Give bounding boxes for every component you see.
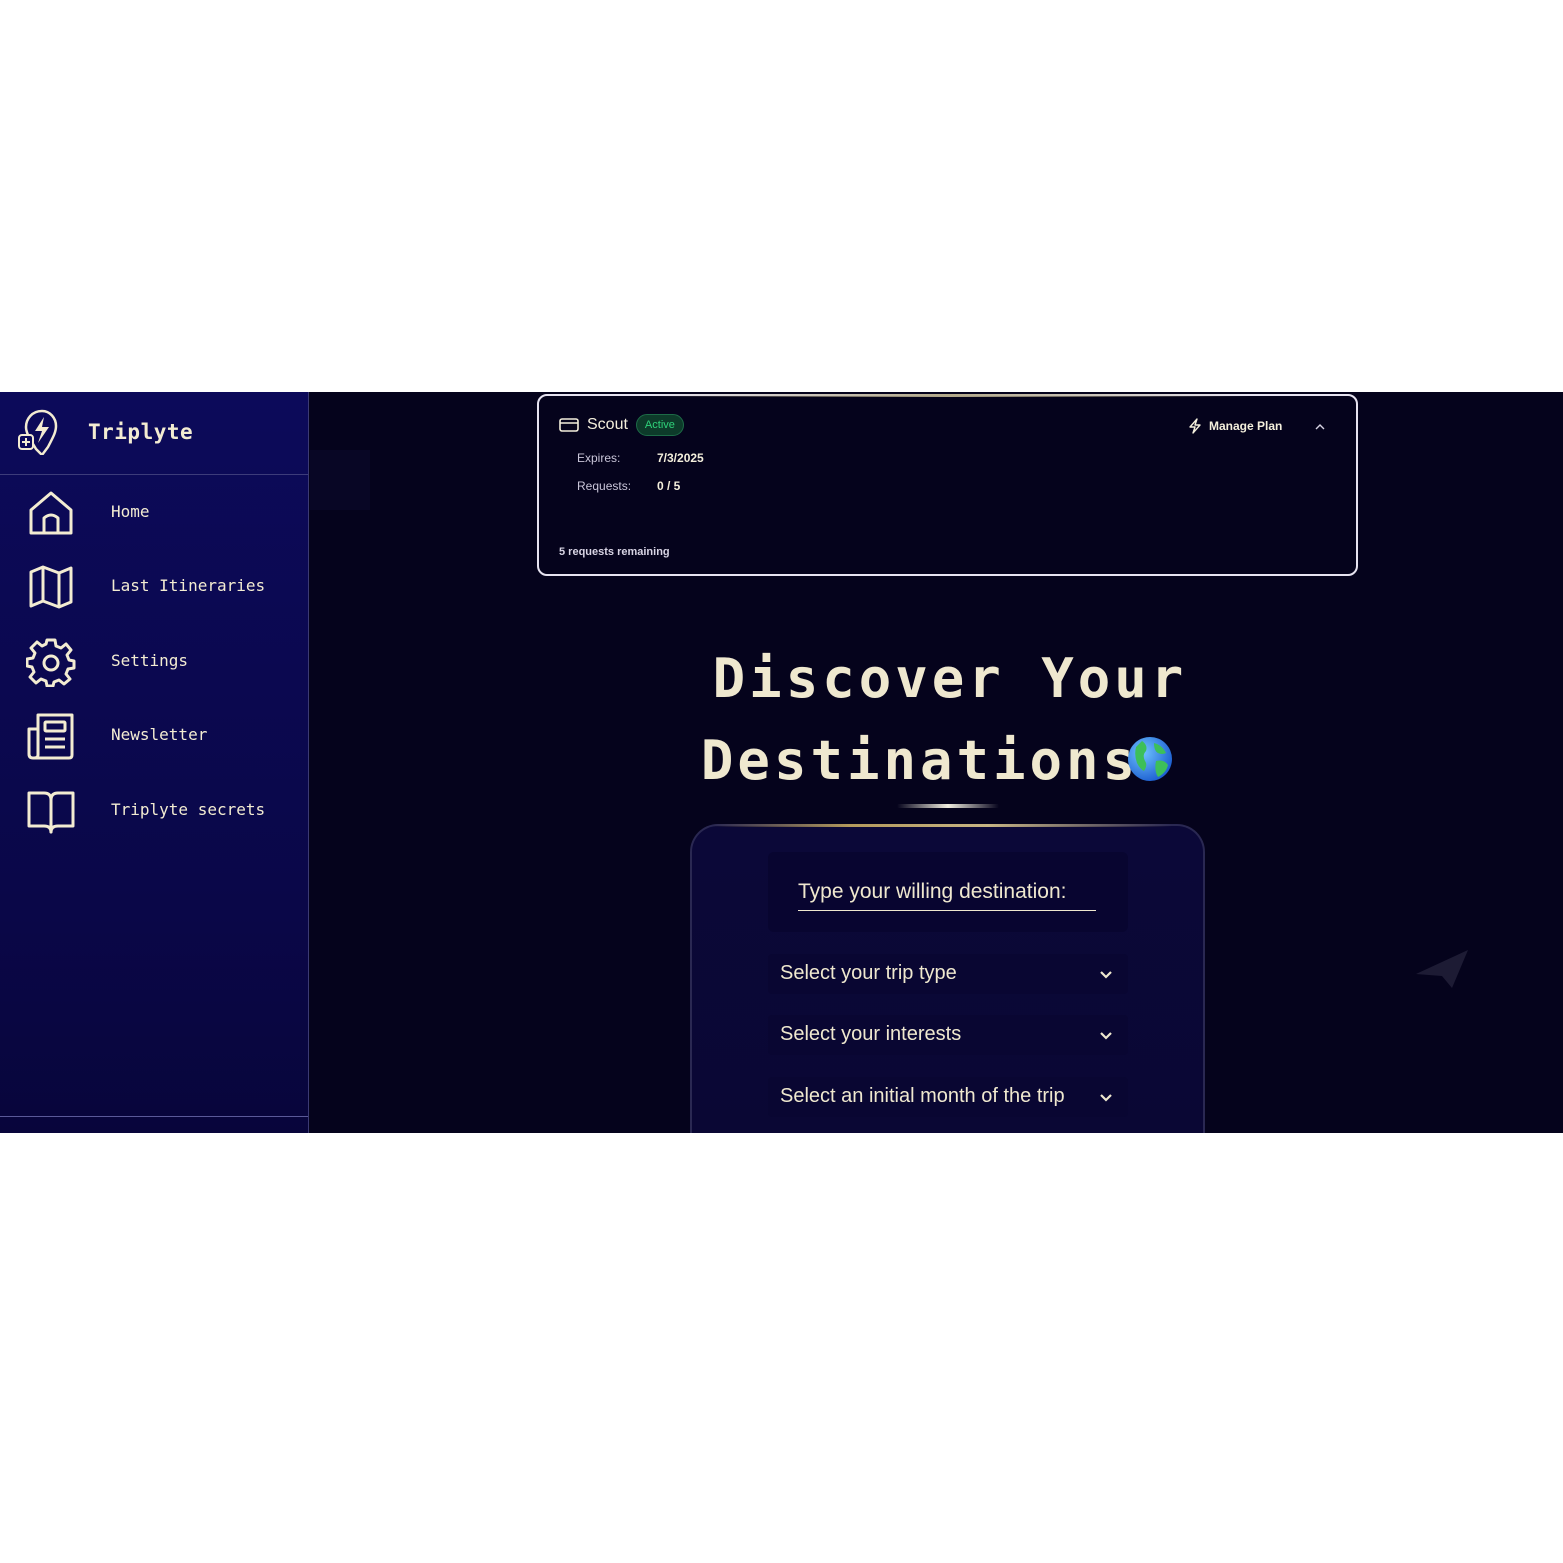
chevron-down-icon — [1100, 1032, 1112, 1040]
manage-plan-label: Manage Plan — [1209, 419, 1283, 433]
sidebar-item-label: Triplyte secrets — [111, 800, 266, 819]
expires-value: 7/3/2025 — [657, 451, 704, 465]
card-glow-line — [649, 394, 1249, 397]
trip-type-select[interactable]: Select your trip type — [768, 954, 1128, 994]
lightning-icon — [1189, 418, 1201, 434]
sidebar-divider — [0, 1116, 308, 1117]
sidebar-item-settings[interactable]: Settings — [0, 627, 308, 693]
requests-label: Requests: — [577, 479, 632, 493]
sidebar-item-home[interactable]: Home — [0, 478, 308, 544]
sidebar: Triplyte Home Last Itineraries Settings — [0, 392, 309, 1133]
month-select-label: Select an initial month of the trip — [780, 1085, 1065, 1107]
book-icon — [27, 791, 75, 834]
plan-card: Scout Active Expires: 7/3/2025 Requests: 0… — [537, 394, 1358, 576]
sidebar-item-newsletter[interactable]: Newsletter — [0, 701, 308, 767]
requests-value: 0 / 5 — [657, 479, 681, 493]
requests-remaining: 5 requests remaining — [559, 546, 670, 558]
destination-field-wrapper — [768, 852, 1128, 932]
month-select[interactable]: Select an initial month of the trip — [768, 1077, 1128, 1117]
gear-icon — [26, 638, 76, 687]
interests-select[interactable]: Select your interests — [768, 1015, 1128, 1055]
page-title-line-2: Destinations — [700, 729, 1140, 792]
chevron-down-icon — [1100, 1094, 1112, 1102]
globe-icon — [1128, 737, 1172, 781]
destination-input[interactable] — [798, 874, 1096, 911]
app-window: Triplyte Home Last Itineraries Settings — [0, 392, 1563, 1133]
page-title: Discover Your Destinations — [600, 638, 1300, 802]
sidebar-item-last-itineraries[interactable]: Last Itineraries — [0, 552, 308, 618]
plan-name: Scout — [587, 416, 628, 433]
brand-header: Triplyte — [0, 392, 308, 475]
trip-form-panel: Select your trip type Select your intere… — [690, 824, 1205, 1133]
status-badge: Active — [635, 414, 684, 436]
map-icon — [29, 565, 73, 609]
manage-plan-button[interactable]: Manage Plan — [1187, 418, 1282, 434]
sidebar-item-label: Home — [111, 502, 150, 521]
sidebar-item-label: Settings — [111, 651, 189, 670]
page-title-line-1: Discover Your — [712, 647, 1188, 710]
expires-label: Expires: — [577, 451, 621, 465]
newspaper-icon — [27, 713, 74, 760]
background-decoration — [310, 450, 370, 510]
credit-card-icon — [559, 418, 579, 432]
title-underline — [897, 804, 999, 808]
sidebar-item-label: Last Itineraries — [111, 576, 266, 595]
trip-type-select-label: Select your trip type — [780, 962, 957, 984]
lightning-pin-logo — [18, 409, 58, 455]
plan-requests-row: Requests: 0 / 5 — [577, 479, 680, 493]
interests-select-label: Select your interests — [780, 1023, 962, 1045]
sidebar-item-label: Newsletter — [111, 725, 208, 744]
plan-title-row: Scout Active — [559, 412, 684, 438]
chevron-up-icon[interactable] — [1313, 420, 1327, 434]
airplane-icon — [1416, 950, 1468, 988]
brand-name: Triplyte — [88, 420, 194, 444]
home-icon — [29, 491, 73, 535]
panel-glow-line — [712, 824, 1172, 827]
plan-expires-row: Expires: 7/3/2025 — [577, 451, 704, 465]
sidebar-item-triplyte-secrets[interactable]: Triplyte secrets — [0, 776, 308, 842]
chevron-down-icon — [1100, 971, 1112, 979]
